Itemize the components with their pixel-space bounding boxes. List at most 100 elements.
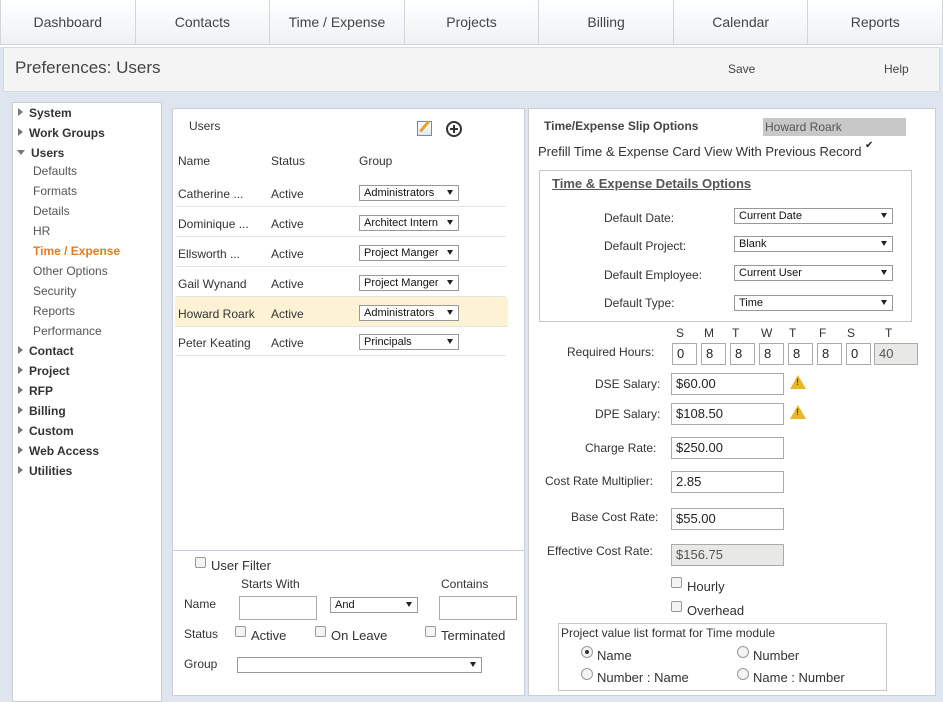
group-select[interactable]: Administrators [359,185,459,201]
default-date-select[interactable]: Current Date [734,208,893,224]
sidebar-item-users[interactable]: Users [17,144,64,162]
expand-icon [18,386,23,394]
charge-rate-input[interactable]: $250.00 [671,437,784,459]
on-leave-checkbox[interactable] [315,626,326,637]
group-filter-select[interactable] [237,657,482,673]
contains-label: Contains [441,577,489,591]
user-status: Active [271,217,304,231]
pvl-radio-number-name[interactable] [581,668,593,680]
hours-input-wed[interactable]: 8 [759,343,784,365]
sidebar-item-system[interactable]: System [18,104,72,122]
user-name[interactable]: Peter Keating [178,336,251,350]
save-button[interactable]: Save [728,62,755,76]
default-project-select[interactable]: Blank [734,236,893,252]
prefill-checkbox[interactable] [865,140,876,154]
row-divider [176,236,506,237]
warning-icon: ! [790,375,806,389]
users-panel: Users Name Status Group Catherine ... Ac… [172,108,525,696]
default-type-label: Default Type: [604,296,675,310]
hourly-checkbox[interactable] [671,577,682,588]
user-name[interactable]: Howard Roark [178,307,255,321]
day-label: M [704,326,714,340]
base-cost-rate-input[interactable]: $55.00 [671,508,784,530]
dse-salary-input[interactable]: $60.00 [671,373,784,395]
hours-input-sun[interactable]: 0 [672,343,697,365]
user-name[interactable]: Gail Wynand [178,277,247,291]
tab-reports[interactable]: Reports [808,0,943,45]
sidebar-item-security[interactable]: Security [33,282,76,300]
group-select[interactable]: Principals [359,334,459,350]
pvl-radio-name[interactable] [581,646,593,658]
tab-billing[interactable]: Billing [539,0,674,45]
default-employee-select[interactable]: Current User [734,265,893,281]
pvl-option-label: Number [753,648,800,663]
user-name[interactable]: Catherine ... [178,187,243,201]
user-name[interactable]: Ellsworth ... [178,247,240,261]
and-or-select[interactable]: And [330,597,418,613]
edit-icon[interactable] [417,121,432,136]
add-icon[interactable] [446,121,462,137]
group-select[interactable]: Project Manger [359,245,459,261]
sidebar-item-rfp[interactable]: RFP [18,382,53,400]
pvl-option-label: Name [597,648,632,663]
column-header-group[interactable]: Group [359,154,392,168]
sidebar-item-utilities[interactable]: Utilities [18,462,72,480]
tab-projects[interactable]: Projects [404,0,540,45]
hours-input-thu[interactable]: 8 [788,343,813,365]
starts-with-input[interactable] [239,596,317,620]
dpe-salary-input[interactable]: $108.50 [671,403,784,425]
user-filter-checkbox[interactable] [195,557,206,568]
tab-contacts[interactable]: Contacts [135,0,271,45]
group-select[interactable]: Project Manger [359,275,459,291]
sidebar-item-web-access[interactable]: Web Access [18,442,99,460]
hours-input-tue[interactable]: 8 [730,343,755,365]
sidebar-item-work-groups[interactable]: Work Groups [18,124,105,142]
starts-with-label: Starts With [241,577,300,591]
group-select[interactable]: Architect Intern [359,215,459,231]
expand-icon [18,426,23,434]
options-title: Time/Expense Slip Options [544,119,699,133]
dpe-salary-label: DPE Salary: [595,407,661,421]
sidebar-item-project[interactable]: Project [18,362,70,380]
sidebar-item-hr[interactable]: HR [33,222,50,240]
tab-time-expense[interactable]: Time / Expense [270,0,405,45]
pvl-radio-number[interactable] [737,646,749,658]
default-type-select[interactable]: Time [734,295,893,311]
column-header-status[interactable]: Status [271,154,305,168]
tab-dashboard[interactable]: Dashboard [0,0,136,45]
expand-icon [18,108,23,116]
sidebar-item-billing[interactable]: Billing [18,402,66,420]
sidebar-item-custom[interactable]: Custom [18,422,74,440]
help-button[interactable]: Help [884,62,909,76]
current-user-display: Howard Roark [763,118,906,136]
user-status: Active [271,247,304,261]
group-select[interactable]: Administrators [359,305,459,321]
sidebar-item-formats[interactable]: Formats [33,182,77,200]
overhead-checkbox[interactable] [671,601,682,612]
sidebar-item-performance[interactable]: Performance [33,322,102,340]
pvl-option-label: Name : Number [753,670,845,685]
terminated-checkbox[interactable] [425,626,436,637]
hours-input-mon[interactable]: 8 [701,343,726,365]
row-divider [176,296,506,297]
hours-input-sat[interactable]: 0 [846,343,871,365]
sidebar-item-details[interactable]: Details [33,202,70,220]
user-name[interactable]: Dominique ... [178,217,249,231]
row-divider [176,355,506,356]
hours-input-fri[interactable]: 8 [817,343,842,365]
tab-calendar[interactable]: Calendar [673,0,809,45]
column-header-name[interactable]: Name [178,154,210,168]
pvl-radio-name-number[interactable] [737,668,749,680]
pvl-option-label: Number : Name [597,670,689,685]
sidebar-item-other-options[interactable]: Other Options [33,262,108,280]
warning-icon: ! [790,405,806,419]
active-checkbox[interactable] [235,626,246,637]
sidebar-item-reports[interactable]: Reports [33,302,75,320]
contains-input[interactable] [439,596,517,620]
sidebar-item-defaults[interactable]: Defaults [33,162,77,180]
sidebar-item-contact[interactable]: Contact [18,342,74,360]
group-label: Group [184,657,218,671]
sidebar-item-time-expense[interactable]: Time / Expense [33,242,120,260]
page-title: Preferences: Users [15,58,161,77]
cost-rate-multiplier-input[interactable]: 2.85 [671,471,784,493]
